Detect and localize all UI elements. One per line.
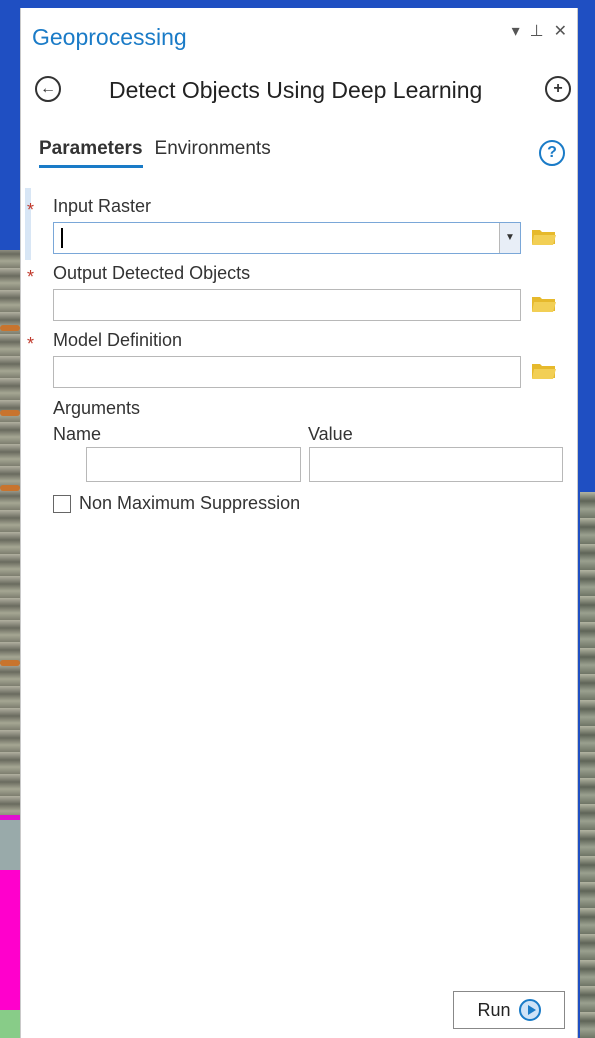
input-raster-label: Input Raster: [53, 196, 152, 216]
browse-folder-icon[interactable]: [531, 226, 557, 246]
map-road: [0, 660, 20, 666]
geoprocessing-pane: Geoprocessing ▾ ⊥ ✕ ← Detect Objects Usi…: [20, 8, 578, 1038]
pane-menu-icon[interactable]: ▾: [512, 21, 520, 41]
required-marker: *: [27, 334, 35, 354]
map-road: [0, 410, 20, 416]
browse-folder-icon[interactable]: [531, 293, 557, 313]
browse-folder-icon[interactable]: [531, 360, 557, 380]
nms-label: Non Maximum Suppression: [79, 493, 301, 513]
argument-value-input[interactable]: [309, 447, 563, 482]
tab-environments[interactable]: Environments: [155, 138, 271, 168]
required-marker: *: [27, 200, 35, 220]
pane-window-controls: ▾ ⊥ ✕: [512, 21, 567, 41]
map-road: [0, 485, 20, 491]
tool-tabs: Parameters Environments: [39, 138, 271, 168]
tab-parameters[interactable]: Parameters: [39, 138, 143, 168]
tool-title: Detect Objects Using Deep Learning: [109, 77, 483, 103]
output-objects-field[interactable]: [53, 289, 521, 321]
active-param-indicator: [25, 188, 31, 260]
pin-icon[interactable]: ⊥: [530, 21, 544, 41]
nms-option[interactable]: Non Maximum Suppression: [53, 493, 300, 514]
map-background-right: [580, 492, 595, 1038]
nms-checkbox[interactable]: [53, 494, 71, 513]
pane-title-bar: Geoprocessing ▾ ⊥ ✕: [21, 8, 577, 62]
arguments-label: Arguments: [53, 398, 141, 418]
run-button[interactable]: Run: [453, 991, 565, 1029]
back-arrow-icon[interactable]: ←: [35, 76, 61, 102]
text-caret: [61, 228, 63, 248]
close-icon[interactable]: ✕: [554, 21, 567, 41]
add-icon[interactable]: +: [545, 76, 571, 102]
argument-name-input[interactable]: [86, 447, 301, 482]
arguments-value-header: Value: [308, 424, 353, 444]
model-definition-field[interactable]: [53, 356, 521, 388]
required-marker: *: [27, 267, 35, 287]
dropdown-arrow-icon[interactable]: ▼: [499, 223, 520, 253]
help-icon[interactable]: ?: [539, 140, 565, 166]
map-road: [0, 325, 20, 331]
run-label: Run: [477, 999, 511, 1020]
tool-header: ← Detect Objects Using Deep Learning +: [21, 74, 577, 114]
output-objects-label: Output Detected Objects: [53, 263, 251, 283]
arguments-name-header: Name: [53, 424, 102, 444]
map-background-left: [0, 250, 20, 1038]
input-raster-field[interactable]: ▼: [53, 222, 521, 254]
run-play-icon: [518, 999, 541, 1021]
model-definition-label: Model Definition: [53, 330, 183, 350]
pane-title: Geoprocessing: [32, 24, 187, 50]
